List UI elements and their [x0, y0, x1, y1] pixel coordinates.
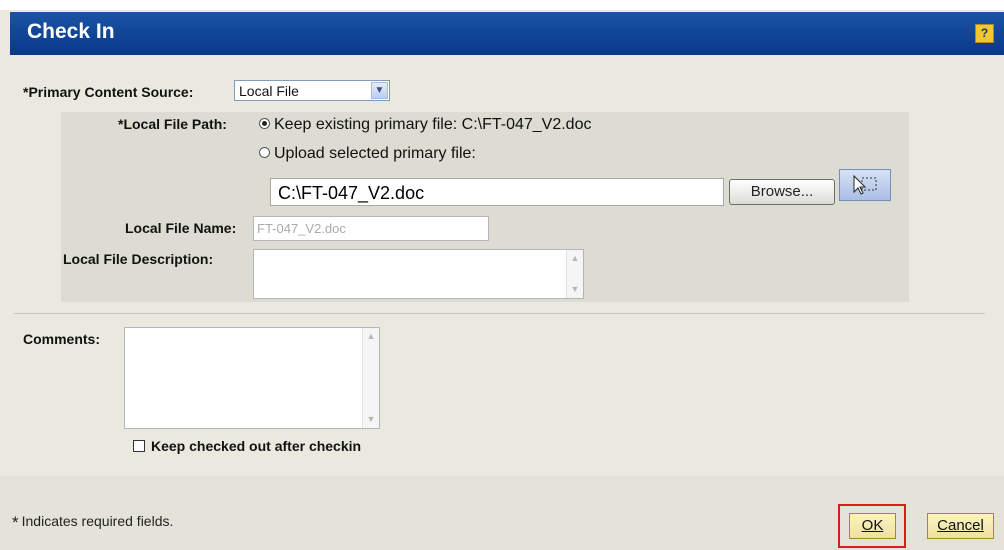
chevron-down-icon[interactable]: ▼: [371, 82, 388, 99]
scroll-down-icon[interactable]: ▼: [567, 281, 583, 298]
comments-textarea[interactable]: ▲ ▼: [124, 327, 380, 429]
local-file-name-label: Local File Name:: [125, 220, 237, 236]
section-divider: [14, 313, 985, 314]
scroll-up-icon[interactable]: ▲: [567, 250, 583, 267]
dialog-title: Check In: [27, 20, 115, 43]
browse-button[interactable]: Browse...: [729, 179, 835, 205]
primary-source-value: Local File: [239, 83, 299, 99]
local-file-name-input[interactable]: FT-047_V2.doc: [253, 216, 489, 241]
local-file-description-label: Local File Description:: [63, 251, 214, 267]
primary-source-select[interactable]: Local File ▼: [234, 80, 390, 101]
comments-scrollbar[interactable]: ▲ ▼: [362, 328, 379, 428]
required-star: *: [12, 513, 19, 532]
keep-checked-out-label: Keep checked out after checkin: [151, 438, 362, 454]
scroll-up-icon[interactable]: ▲: [363, 328, 379, 345]
keep-existing-label: Keep existing primary file: C:\FT-047_V2…: [274, 116, 592, 133]
file-path-input[interactable]: C:\FT-047_V2.doc: [270, 178, 724, 206]
comments-label: Comments:: [23, 331, 101, 347]
drag-drop-icon[interactable]: [839, 169, 891, 201]
scroll-down-icon[interactable]: ▼: [363, 411, 379, 428]
keep-checked-out-checkbox[interactable]: [133, 440, 145, 452]
upload-radio[interactable]: [259, 147, 270, 159]
cancel-button-label: Cancel: [937, 517, 984, 534]
ok-button-label: OK: [861, 517, 884, 534]
keep-existing-radio-row[interactable]: Keep existing primary file: C:\FT-047_V2…: [259, 116, 591, 134]
upload-radio-row[interactable]: Upload selected primary file:: [259, 145, 476, 163]
local-file-description-textarea[interactable]: ▲ ▼: [253, 249, 584, 299]
dialog-titlebar: Check In: [10, 12, 1004, 55]
primary-source-label: *Primary Content Source:: [23, 84, 194, 100]
top-strip: [0, 0, 1004, 10]
ok-button[interactable]: OK: [849, 513, 896, 539]
upload-label: Upload selected primary file:: [274, 145, 476, 162]
keep-existing-radio[interactable]: [259, 118, 270, 130]
local-file-path-label: *Local File Path:: [118, 116, 227, 132]
help-icon[interactable]: ?: [975, 24, 994, 43]
required-note-text: Indicates required fields.: [21, 513, 174, 529]
required-note: * Indicates required fields.: [12, 513, 173, 533]
description-scrollbar[interactable]: ▲ ▼: [566, 250, 583, 298]
cancel-button[interactable]: Cancel: [927, 513, 994, 539]
